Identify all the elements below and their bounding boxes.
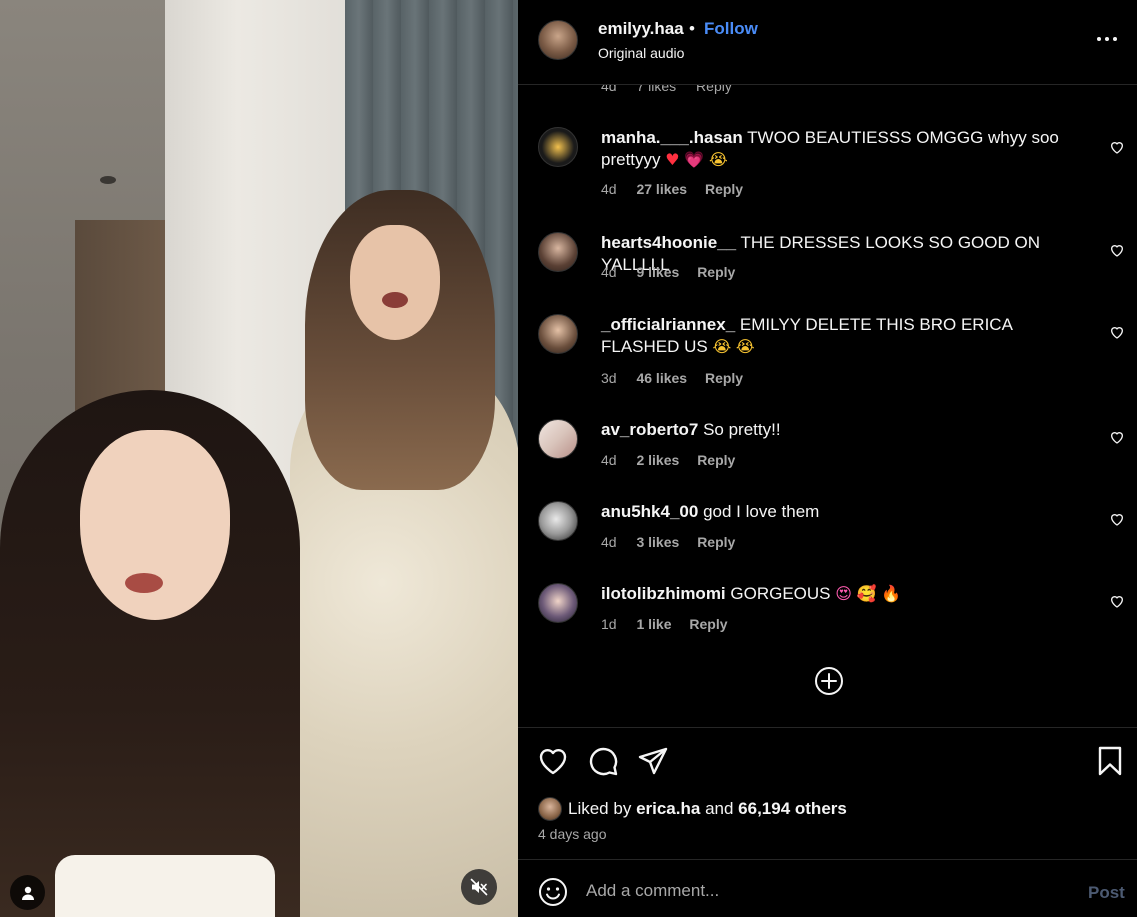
ceiling-light [100,176,116,184]
commenter-username[interactable]: manha.___.hasan [601,128,743,147]
commenter-avatar[interactable] [538,232,578,272]
reply-button[interactable]: Reply [689,616,727,632]
comment-text: manha.___.hasan TWOO BEAUTIESSS OMGGG wh… [601,127,1091,171]
comment-text: av_roberto7 So pretty!! [601,419,1091,441]
post-timestamp[interactable]: 4 days ago [538,826,607,842]
comment-likes[interactable]: 9 likes [636,264,679,280]
audio-label[interactable]: Original audio [598,45,684,61]
post-panel: emilyy.haa • Follow Original audio 4d 7 … [518,0,1137,917]
comment-time: 3d [601,370,617,386]
commenter-username[interactable]: ilotolibzhimomi [601,584,726,603]
commenter-username[interactable]: hearts4hoonie__ [601,233,736,252]
liker-username[interactable]: erica.ha [636,799,700,819]
liker-avatar[interactable] [538,797,562,821]
emoji: 😭 [709,150,728,169]
emoji-icon[interactable] [538,877,568,907]
bookmark-icon[interactable] [1094,745,1126,777]
comment-likes[interactable]: 2 likes [636,452,679,468]
comments-list[interactable]: 4d 7 likes Reply manha.___.hasan TWOO BE… [518,85,1137,727]
heart-icon[interactable] [1109,593,1125,609]
follow-button[interactable]: Follow [704,19,758,39]
commenter-avatar[interactable] [538,419,578,459]
emoji: 🥰 [856,584,877,603]
emoji: 😍 [835,584,852,603]
comment-likes[interactable]: 7 likes [636,85,676,94]
reply-button[interactable]: Reply [697,264,735,280]
heart-icon[interactable] [537,745,569,777]
commenter-avatar[interactable] [538,583,578,623]
heart-icon[interactable] [1109,242,1125,258]
commenter-avatar[interactable] [538,127,578,167]
post-actions: Liked by erica.ha and 66,194 others 4 da… [518,727,1137,859]
comment-meta: 1d 1 like Reply [601,616,728,632]
commenter-avatar[interactable] [538,314,578,354]
subject-top [55,855,275,917]
user-icon[interactable] [10,875,45,910]
plus-circle-icon[interactable] [814,666,844,696]
comment-time: 4d [601,264,617,280]
likes-count[interactable]: 66,194 others [738,799,847,819]
likes-summary[interactable]: Liked by erica.ha and 66,194 others [538,796,847,822]
commenter-username[interactable]: anu5hk4_00 [601,502,698,521]
heart-icon[interactable] [1109,139,1125,155]
reply-button[interactable]: Reply [705,181,743,197]
heart-icon[interactable] [1109,324,1125,340]
subject-face [350,225,440,340]
commenter-username[interactable]: av_roberto7 [601,420,698,439]
reply-button[interactable]: Reply [697,452,735,468]
separator-dot: • [689,19,695,38]
author-avatar[interactable] [538,20,578,60]
comment-message: GORGEOUS [730,584,831,603]
heart-icon[interactable] [1109,429,1125,445]
commenter-username[interactable]: _officialriannex_ [601,315,735,334]
comment-input[interactable] [586,874,1066,908]
comment-composer: Post [518,859,1137,917]
comment-meta: 4d 2 likes Reply [601,452,735,468]
comment-likes[interactable]: 3 likes [636,534,679,550]
emoji: 😭 [712,337,732,356]
comment-meta: 3d 46 likes Reply [601,370,743,386]
comment-time: 4d [601,452,617,468]
comment-message: So pretty!! [703,420,781,439]
post-header: emilyy.haa • Follow Original audio [518,0,1137,85]
comment-likes[interactable]: 1 like [636,616,671,632]
post-button[interactable]: Post [1088,883,1125,903]
reply-button[interactable]: Reply [705,370,743,386]
comment-text: anu5hk4_00 god I love them [601,501,1091,523]
reply-button[interactable]: Reply [696,85,732,94]
likes-conj: and [705,799,734,818]
comment-meta: 4d 9 likes Reply [601,264,735,280]
emoji: 😭 [735,337,755,356]
comment-likes[interactable]: 27 likes [636,181,687,197]
subject-mouth [125,573,163,593]
comment-icon[interactable] [587,745,619,777]
comment-time: 1d [601,616,617,632]
comment-time: 4d [601,85,617,94]
comment-meta-partial: 4d 7 likes Reply [601,85,748,94]
comment-time: 4d [601,534,617,550]
comment-message: god I love them [703,502,820,521]
subject-mouth [382,292,408,308]
subject-face [80,430,230,620]
comment-likes[interactable]: 46 likes [636,370,687,386]
author-username[interactable]: emilyy.haa [598,19,684,39]
emoji: 💗 [684,150,705,169]
emoji: 🔥 [881,584,902,603]
speaker-muted-icon[interactable] [461,869,497,905]
comment-text: ilotolibzhimomi GORGEOUS 😍 🥰 🔥 [601,583,1091,605]
comment-meta: 4d 3 likes Reply [601,534,735,550]
more-horizontal-icon[interactable] [1096,28,1118,50]
comment-meta: 4d 27 likes Reply [601,181,743,197]
comment-text: _officialriannex_ EMILYY DELETE THIS BRO… [601,314,1091,358]
video-player[interactable] [0,0,518,917]
share-icon[interactable] [637,745,669,777]
likes-prefix: Liked by [568,799,632,818]
comment-time: 4d [601,181,617,197]
emoji: ♥ [665,150,680,169]
reply-button[interactable]: Reply [697,534,735,550]
heart-icon[interactable] [1109,511,1125,527]
commenter-avatar[interactable] [538,501,578,541]
